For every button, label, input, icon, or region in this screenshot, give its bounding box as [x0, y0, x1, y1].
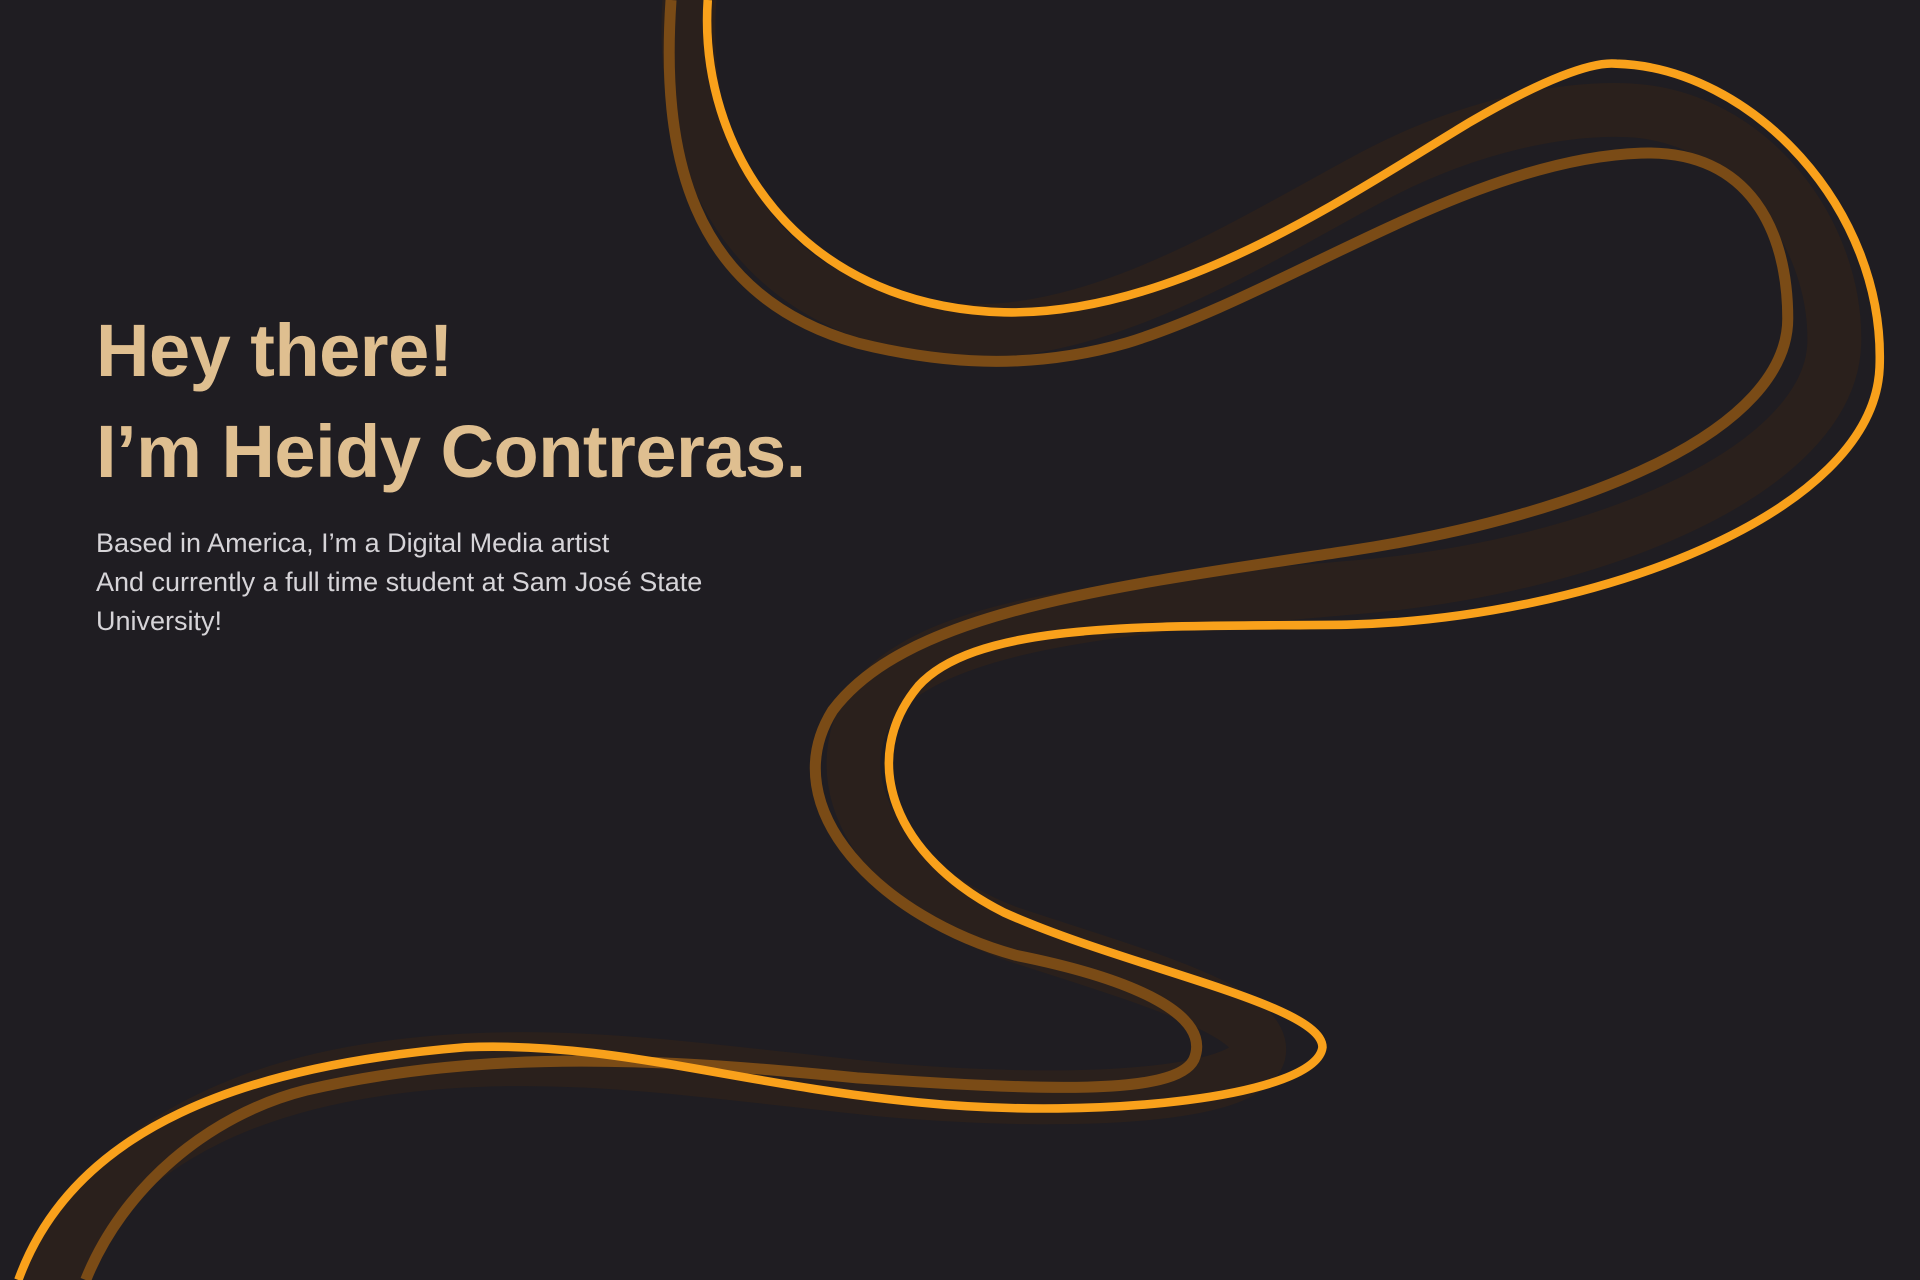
bio-line: And currently a full time student at Sam… [96, 567, 703, 597]
bio-line: University! [96, 606, 223, 636]
bio-line: Based in America, I’m a Digital Media ar… [96, 528, 610, 558]
name-heading: I’m Heidy Contreras. [96, 410, 806, 493]
bio-text: Based in America, I’m a Digital Media ar… [96, 524, 816, 641]
hero-intro: Hey there! I’m Heidy Contreras. Based in… [96, 300, 816, 641]
greeting-heading: Hey there! [96, 309, 453, 392]
